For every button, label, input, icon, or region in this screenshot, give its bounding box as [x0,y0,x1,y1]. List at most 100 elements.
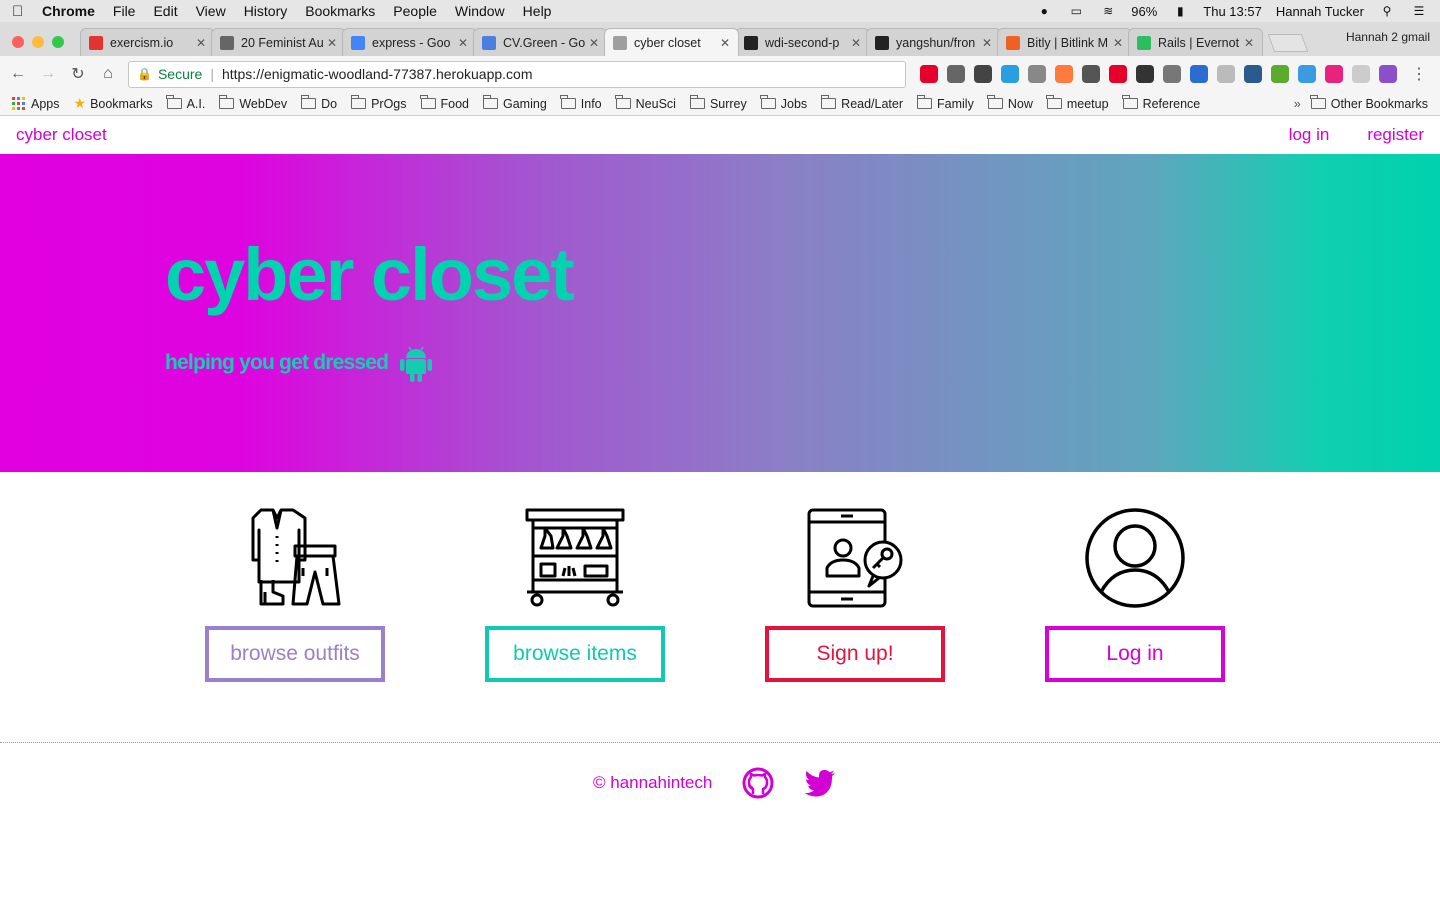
off-icon[interactable] [1190,65,1208,83]
nav-log-in-link[interactable]: log in [1289,125,1330,145]
bookmark-folder[interactable]: Reference [1122,95,1200,111]
plus-icon[interactable] [1055,65,1073,83]
feather-icon[interactable] [1217,65,1235,83]
back-arrow-icon[interactable]: ← [8,65,28,83]
apple-menu-icon[interactable]:  [12,3,42,20]
url-text[interactable]: https://enigmatic-woodland-77387.herokua… [222,66,533,82]
browser-tab[interactable]: cyber closet ✕ [604,28,739,56]
browser-tab[interactable]: express - Goo ✕ [342,28,477,56]
menu-file[interactable]: File [113,3,136,19]
notification-list-icon[interactable]: ☰ [1410,4,1428,18]
tab-close-icon[interactable]: ✕ [196,36,206,50]
evernote-elephant-icon[interactable]: ● [1035,4,1053,18]
home-icon[interactable]: ⌂ [98,65,118,83]
bookmark-folder[interactable]: Surrey [689,95,747,111]
menu-history[interactable]: History [244,3,288,19]
bookmark-folder[interactable]: Read/Later [820,95,903,111]
browser-tab[interactable]: CV.Green - Go ✕ [473,28,608,56]
wifi-icon[interactable]: ≋ [1099,4,1117,18]
other-bookmarks[interactable]: Other Bookmarks [1310,95,1428,111]
lightbulb-icon[interactable] [947,65,965,83]
circle-outline-icon[interactable] [1352,65,1370,83]
twitter-icon[interactable] [804,769,836,797]
bookmark-folder[interactable]: Now [987,95,1033,111]
sign-up-button[interactable]: Sign up! [765,626,945,682]
infinity-icon[interactable] [1244,65,1262,83]
close-window-button[interactable] [12,36,24,48]
forward-arrow-icon[interactable]: → [38,65,58,83]
battery-icon[interactable]: ▮ [1171,4,1189,18]
menu-edit[interactable]: Edit [153,3,177,19]
new-tab-button[interactable] [1267,34,1309,52]
bookmark-folder[interactable]: NeuSci [615,95,676,111]
tab-close-icon[interactable]: ✕ [458,36,468,50]
reload-icon[interactable]: ↻ [68,64,88,84]
tab-close-icon[interactable]: ✕ [1113,36,1123,50]
opera-vpn-icon[interactable] [920,65,938,83]
battery-percent[interactable]: 96% [1131,4,1157,19]
bookmark-folder[interactable]: meetup [1046,95,1109,111]
tab-favicon-icon [351,35,365,50]
folder-icon [218,95,235,109]
github-icon[interactable] [742,767,774,799]
minimize-window-button[interactable] [32,36,44,48]
menu-help[interactable]: Help [523,3,552,19]
tab-close-icon[interactable]: ✕ [327,36,337,50]
menu-app-name[interactable]: Chrome [42,3,95,19]
more-bookmarks-icon[interactable]: » [1294,97,1301,111]
browse-outfits-button[interactable]: browse outfits [205,626,385,682]
profile-name[interactable]: Hannah 2 gmail [1346,30,1430,44]
site-brand-link[interactable]: cyber closet [16,125,1251,145]
airplay-icon[interactable]: ▭ [1067,4,1085,18]
bookmark-folder[interactable]: A.I. [166,95,205,111]
log-in-button[interactable]: Log in [1045,626,1225,682]
browser-tab[interactable]: Bitly | Bitlink M ✕ [997,28,1132,56]
bookmark-folder[interactable]: PrOgs [350,95,407,111]
edit-icon[interactable] [1379,65,1397,83]
tab-close-icon[interactable]: ✕ [1244,36,1254,50]
bookmark-folder[interactable]: Family [916,95,974,111]
browser-tab[interactable]: Rails | Evernot ✕ [1128,28,1263,56]
spotlight-search-icon[interactable]: ⚲ [1378,4,1396,18]
tab-close-icon[interactable]: ✕ [982,36,992,50]
menu-window[interactable]: Window [455,3,505,19]
download-icon[interactable] [1271,65,1289,83]
bookmarks-bookmark[interactable]: ★ Bookmarks [74,95,153,112]
star-icon[interactable] [1163,65,1181,83]
tab-close-icon[interactable]: ✕ [851,36,861,50]
browser-tab[interactable]: 20 Feminist Au ✕ [211,28,346,56]
address-bar[interactable]: 🔒 Secure | https://enigmatic-woodland-77… [128,60,906,88]
nav-register-link[interactable]: register [1367,125,1424,145]
menu-view[interactable]: View [196,3,226,19]
apps-bookmark[interactable]: Apps [12,97,60,111]
browser-tab[interactable]: wdi-second-p ✕ [735,28,870,56]
bookmark-folder[interactable]: Gaming [482,95,547,111]
folder-icon [1046,95,1062,109]
tab-close-icon[interactable]: ✕ [589,36,599,50]
tab-favicon-icon [1006,35,1020,50]
zoom-window-button[interactable] [52,36,64,48]
bookmark-folder[interactable]: Jobs [760,95,807,111]
evernote-icon[interactable] [974,65,992,83]
menu-people[interactable]: People [393,3,437,19]
menu-bookmarks[interactable]: Bookmarks [305,3,375,19]
pocket-icon[interactable] [1082,65,1100,83]
calendar-icon[interactable] [1298,65,1316,83]
bookmark-folder[interactable]: Info [560,95,602,111]
browser-tab[interactable]: yangshun/fron ✕ [866,28,1001,56]
bookmark-folder[interactable]: WebDev [218,95,287,111]
bookmark-folder[interactable]: Food [420,95,469,111]
crown-icon[interactable] [1136,65,1154,83]
chrome-menu-icon[interactable]: ⋮ [1411,64,1427,84]
browse-items-button[interactable]: browse items [485,626,665,682]
browser-tab[interactable]: exercism.io ✕ [80,28,215,56]
opera-icon[interactable] [1109,65,1127,83]
trello-icon[interactable] [1001,65,1019,83]
recycle-icon[interactable] [1028,65,1046,83]
pink-circle-icon[interactable] [1325,65,1343,83]
menubar-user[interactable]: Hannah Tucker [1276,4,1364,19]
bookmarks-bar: Apps ★ Bookmarks A.I. WebDev Do PrOgs Food Ga… [0,92,1440,116]
menubar-clock[interactable]: Thu 13:57 [1203,4,1262,19]
bookmark-folder[interactable]: Do [300,95,337,111]
tab-close-icon[interactable]: ✕ [720,36,730,50]
